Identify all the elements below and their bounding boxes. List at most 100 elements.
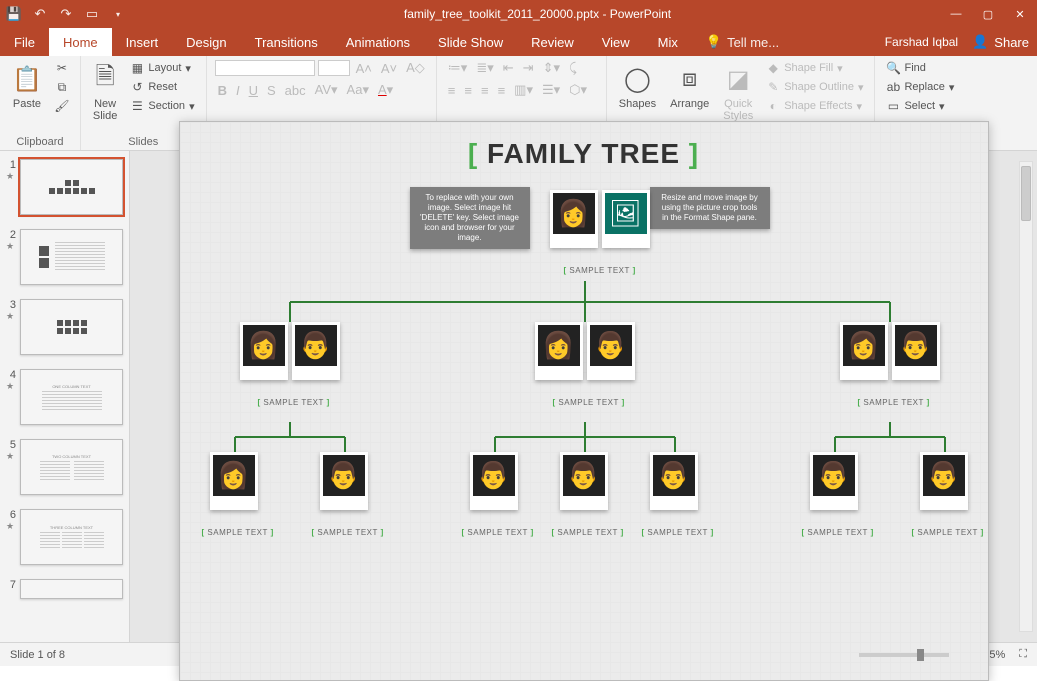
shadow-text-button[interactable]: abc: [282, 83, 309, 98]
user-name[interactable]: Farshad Iqbal: [885, 35, 958, 49]
redo-icon[interactable]: ↷: [58, 6, 74, 22]
cut-button[interactable]: ✂: [52, 60, 72, 76]
columns-button[interactable]: ▥▾: [511, 82, 536, 98]
tab-home[interactable]: Home: [49, 28, 112, 56]
bullets-button[interactable]: ≔▾: [445, 60, 471, 76]
numbering-button[interactable]: ≣▾: [473, 60, 496, 76]
zoom-slider[interactable]: [859, 653, 949, 657]
photo-g3-2[interactable]: 👨: [320, 452, 368, 510]
increase-indent-button[interactable]: ⇥: [520, 60, 537, 76]
label-g2-left[interactable]: SAMPLE TEXT: [258, 398, 330, 407]
shape-fill-button[interactable]: ◆Shape Fill ▾: [763, 60, 866, 76]
photo-g2-mid-f[interactable]: 👩: [535, 322, 583, 380]
label-g3-6[interactable]: SAMPLE TEXT: [802, 528, 874, 537]
photo-g2-left-f[interactable]: 👩: [240, 322, 288, 380]
photo-root-female[interactable]: 👩: [550, 190, 598, 248]
section-button[interactable]: ☰Section ▾: [127, 98, 197, 114]
label-root[interactable]: SAMPLE TEXT: [564, 266, 636, 275]
arrange-button[interactable]: ⧈Arrange: [666, 60, 713, 112]
align-left-button[interactable]: ≡: [445, 83, 459, 98]
tab-tellme[interactable]: 💡Tell me...: [692, 28, 793, 56]
photo-g3-7[interactable]: 👨: [920, 452, 968, 510]
new-slide-button[interactable]: 🗎 New Slide: [89, 60, 121, 124]
zoom-handle[interactable]: [917, 649, 924, 661]
label-g3-5[interactable]: SAMPLE TEXT: [642, 528, 714, 537]
select-button[interactable]: ▭Select ▾: [883, 98, 957, 114]
thumbnail-4[interactable]: 4★ ONE COLUMN TEXT: [6, 369, 123, 425]
decrease-font-icon[interactable]: A˅: [378, 61, 400, 76]
thumbnail-7[interactable]: 7: [6, 579, 123, 599]
photo-g3-5[interactable]: 👨: [650, 452, 698, 510]
reset-button[interactable]: ↺Reset: [127, 79, 197, 95]
photo-root-placeholder[interactable]: 🖼: [602, 190, 650, 248]
strikethrough-button[interactable]: S: [264, 83, 279, 98]
tab-transitions[interactable]: Transitions: [241, 28, 332, 56]
label-g3-4[interactable]: SAMPLE TEXT: [552, 528, 624, 537]
slide-title[interactable]: [ FAMILY TREE ]: [460, 138, 707, 170]
format-painter-button[interactable]: 🖌: [52, 98, 72, 114]
quick-styles-button[interactable]: ◪Quick Styles: [719, 60, 757, 124]
tab-slideshow[interactable]: Slide Show: [424, 28, 517, 56]
copy-button[interactable]: ⧉: [52, 79, 72, 95]
thumbnail-2[interactable]: 2★: [6, 229, 123, 285]
char-spacing-button[interactable]: AV▾: [312, 82, 341, 98]
change-case-button[interactable]: Aa▾: [344, 82, 372, 98]
underline-button[interactable]: U: [246, 83, 261, 98]
tab-animations[interactable]: Animations: [332, 28, 424, 56]
bold-button[interactable]: B: [215, 83, 230, 98]
find-button[interactable]: 🔍Find: [883, 60, 957, 76]
tab-design[interactable]: Design: [172, 28, 240, 56]
undo-icon[interactable]: ↶: [32, 6, 48, 22]
maximize-icon[interactable]: ▢: [981, 7, 995, 21]
photo-g2-right-f[interactable]: 👩: [840, 322, 888, 380]
thumbnail-6[interactable]: 6★ THREE COLUMN TEXT: [6, 509, 123, 565]
scrollbar-thumb[interactable]: [1021, 166, 1031, 221]
thumbnail-3[interactable]: 3★: [6, 299, 123, 355]
justify-button[interactable]: ≡: [495, 83, 509, 98]
tab-review[interactable]: Review: [517, 28, 588, 56]
tab-mix[interactable]: Mix: [644, 28, 692, 56]
label-g3-1[interactable]: SAMPLE TEXT: [202, 528, 274, 537]
align-right-button[interactable]: ≡: [478, 83, 492, 98]
shape-outline-button[interactable]: ✎Shape Outline ▾: [763, 79, 866, 95]
clear-format-icon[interactable]: A◇: [403, 60, 428, 76]
close-icon[interactable]: ✕: [1013, 7, 1027, 21]
font-size-select[interactable]: [318, 60, 350, 76]
label-g2-mid[interactable]: SAMPLE TEXT: [553, 398, 625, 407]
save-icon[interactable]: 💾: [6, 6, 22, 22]
photo-g2-right-m[interactable]: 👨: [892, 322, 940, 380]
tab-file[interactable]: File: [0, 28, 49, 56]
photo-g3-6[interactable]: 👨: [810, 452, 858, 510]
label-g3-3[interactable]: SAMPLE TEXT: [462, 528, 534, 537]
thumbnail-1[interactable]: 1★: [6, 159, 123, 215]
fit-to-window-icon[interactable]: ⛶: [1019, 648, 1027, 661]
label-g2-right[interactable]: SAMPLE TEXT: [858, 398, 930, 407]
replace-button[interactable]: abReplace ▾: [883, 79, 957, 95]
label-g3-2[interactable]: SAMPLE TEXT: [312, 528, 384, 537]
tab-insert[interactable]: Insert: [112, 28, 173, 56]
font-family-select[interactable]: [215, 60, 315, 76]
line-spacing-button[interactable]: ⇕▾: [540, 60, 563, 76]
align-center-button[interactable]: ≡: [461, 83, 475, 98]
align-text-button[interactable]: ☰▾: [539, 82, 563, 98]
thumbnail-5[interactable]: 5★ TWO COLUMN TEXT: [6, 439, 123, 495]
layout-button[interactable]: ▦Layout ▾: [127, 60, 197, 76]
shape-effects-button[interactable]: ◐Shape Effects ▾: [763, 98, 866, 114]
start-slideshow-icon[interactable]: ▭: [84, 6, 100, 22]
qat-dropdown-icon[interactable]: ▾: [110, 6, 126, 22]
text-direction-button[interactable]: ⤹: [566, 60, 580, 76]
photo-g2-left-m[interactable]: 👨: [292, 322, 340, 380]
slide-canvas[interactable]: [ FAMILY TREE ] To replace with your own…: [179, 121, 989, 681]
font-color-button[interactable]: A▾: [375, 82, 396, 98]
smartart-button[interactable]: ⬡▾: [566, 82, 590, 98]
share-button[interactable]: 👤Share: [972, 34, 1029, 50]
slide-editor[interactable]: [ FAMILY TREE ] To replace with your own…: [130, 151, 1037, 642]
tab-view[interactable]: View: [588, 28, 644, 56]
photo-g3-3[interactable]: 👨: [470, 452, 518, 510]
paste-button[interactable]: 📋 Paste: [8, 60, 46, 112]
photo-g3-1[interactable]: 👩: [210, 452, 258, 510]
photo-g2-mid-m[interactable]: 👨: [587, 322, 635, 380]
label-g3-7[interactable]: SAMPLE TEXT: [912, 528, 984, 537]
minimize-icon[interactable]: —: [949, 7, 963, 21]
italic-button[interactable]: I: [233, 83, 243, 98]
